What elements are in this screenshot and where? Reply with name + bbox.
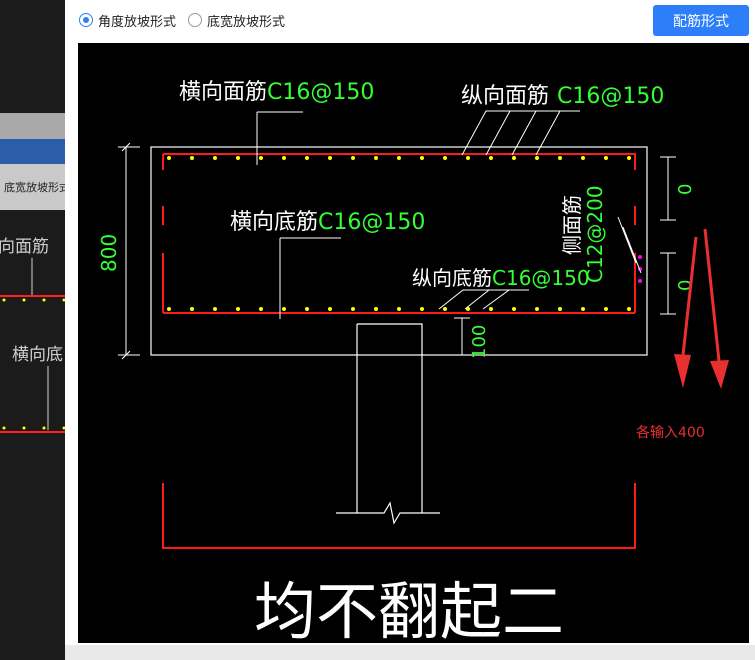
svg-text:纵向底筋C16@150: 纵向底筋C16@150 [412,266,590,290]
rebar-dot [328,307,332,311]
rebar-dot [259,307,263,311]
rebar-dot [374,307,378,311]
label-top-longitudinal-spec: C16@150 [557,84,664,109]
label-top-transverse-spec: C16@150 [267,80,374,105]
dimension-right-top: 0 [675,184,696,195]
rebar-dot [351,156,355,160]
rebar-dot [512,156,516,160]
rebar-dot [489,156,493,160]
background-text-2: 横向底 [12,345,63,365]
rebar-dot [489,307,493,311]
rebar-dot [236,156,240,160]
rebar-dot [512,307,516,311]
slope-type-radio-group: 角度放坡形式 底宽放坡形式 [79,10,297,30]
rebar-dot [627,307,631,311]
svg-text:横向面筋C16@150: 横向面筋C16@150 [179,80,374,105]
rebar-dot [466,156,470,160]
reinforcement-form-button[interactable]: 配筋形式 [653,5,749,36]
label-bottom-longitudinal-name: 纵向底筋 [412,266,492,290]
rebar-dot [558,307,562,311]
rebar-dot [259,156,263,160]
rebar-dot [2,426,6,430]
radio-angle-slope[interactable]: 角度放坡形式 [79,11,176,30]
rebar-dot [305,156,309,160]
rebar-dot [213,307,217,311]
dimension-height: 800 [97,234,121,272]
rebar-dot [236,307,240,311]
rebar-dot [397,307,401,311]
caption-text: 均不翻起二 [254,575,564,643]
cad-drawing: 横向面筋C16@150 纵向面筋 C16@150 横向底筋C16@150 纵向底筋… [78,43,749,643]
label-top-longitudinal-name: 纵向面筋 [461,84,549,109]
radio-angle-slope-label: 角度放坡形式 [98,14,177,30]
svg-text:侧面筋: 侧面筋 [560,195,584,255]
rebar-dot [397,156,401,160]
rebar-dot [22,298,26,302]
label-top-transverse-name: 横向面筋 [179,80,267,105]
label-side-spec: C12@200 [583,185,607,283]
bottom-rebar-dots [167,307,631,311]
rebar-dot [627,156,631,160]
rebar-dot [420,307,424,311]
slope-rebar-dialog: 角度放坡形式 底宽放坡形式 配筋形式 横向面筋C16@150 纵向面筋 C16@… [65,0,755,660]
rebar-dot [190,307,194,311]
rebar-dot [535,156,539,160]
label-bottom-transverse-name: 横向底筋 [230,210,318,235]
radio-width-slope[interactable]: 底宽放坡形式 [188,11,285,30]
rebar-dot [42,426,46,430]
svg-text:纵向面筋C16@150: 纵向面筋 C16@150 [461,84,664,109]
rebar-dot [328,156,332,160]
rebar-dot [351,307,355,311]
label-bottom-longitudinal-spec: C16@150 [492,266,590,290]
rebar-dot [213,156,217,160]
rebar-dot [443,156,447,160]
background-text-1: 向面筋 [0,237,49,257]
rebar-dot [305,307,309,311]
rebar-dot [581,307,585,311]
rebar-dot [167,156,171,160]
rebar-dot [535,307,539,311]
label-bottom-transverse-spec: C16@150 [318,210,425,235]
background-header-bar [0,113,70,139]
background-blue-bar [0,139,70,164]
side-rebar-dot [638,255,642,259]
label-side-name: 侧面筋 [560,195,584,255]
svg-text:横向底筋C16@150: 横向底筋C16@150 [230,210,425,235]
rebar-dot [282,156,286,160]
rebar-dot [443,307,447,311]
rebar-dot [420,156,424,160]
rebar-dot [374,156,378,160]
rebar-dot [581,156,585,160]
rebar-dot [22,426,26,430]
dialog-bottom-edge [65,645,755,660]
radio-width-slope-label: 底宽放坡形式 [207,14,286,30]
rebar-dot [2,298,6,302]
dimension-cover: 100 [469,325,490,359]
dimension-right-bottom: 0 [675,280,696,291]
rebar-dot [167,307,171,311]
rebar-dot [604,156,608,160]
radio-checked-icon [79,13,93,27]
radio-unchecked-icon [188,13,203,27]
rebar-dot [190,156,194,160]
rebar-dot [42,298,46,302]
annotation-note: 各输入400 [636,425,705,441]
background-tab-label[interactable]: 底宽放坡形式 [4,180,70,194]
rebar-dot [558,156,562,160]
side-rebar-dot [638,279,642,283]
rebar-dot [604,307,608,311]
top-rebar-dots [167,156,631,160]
rebar-dot [282,307,286,311]
